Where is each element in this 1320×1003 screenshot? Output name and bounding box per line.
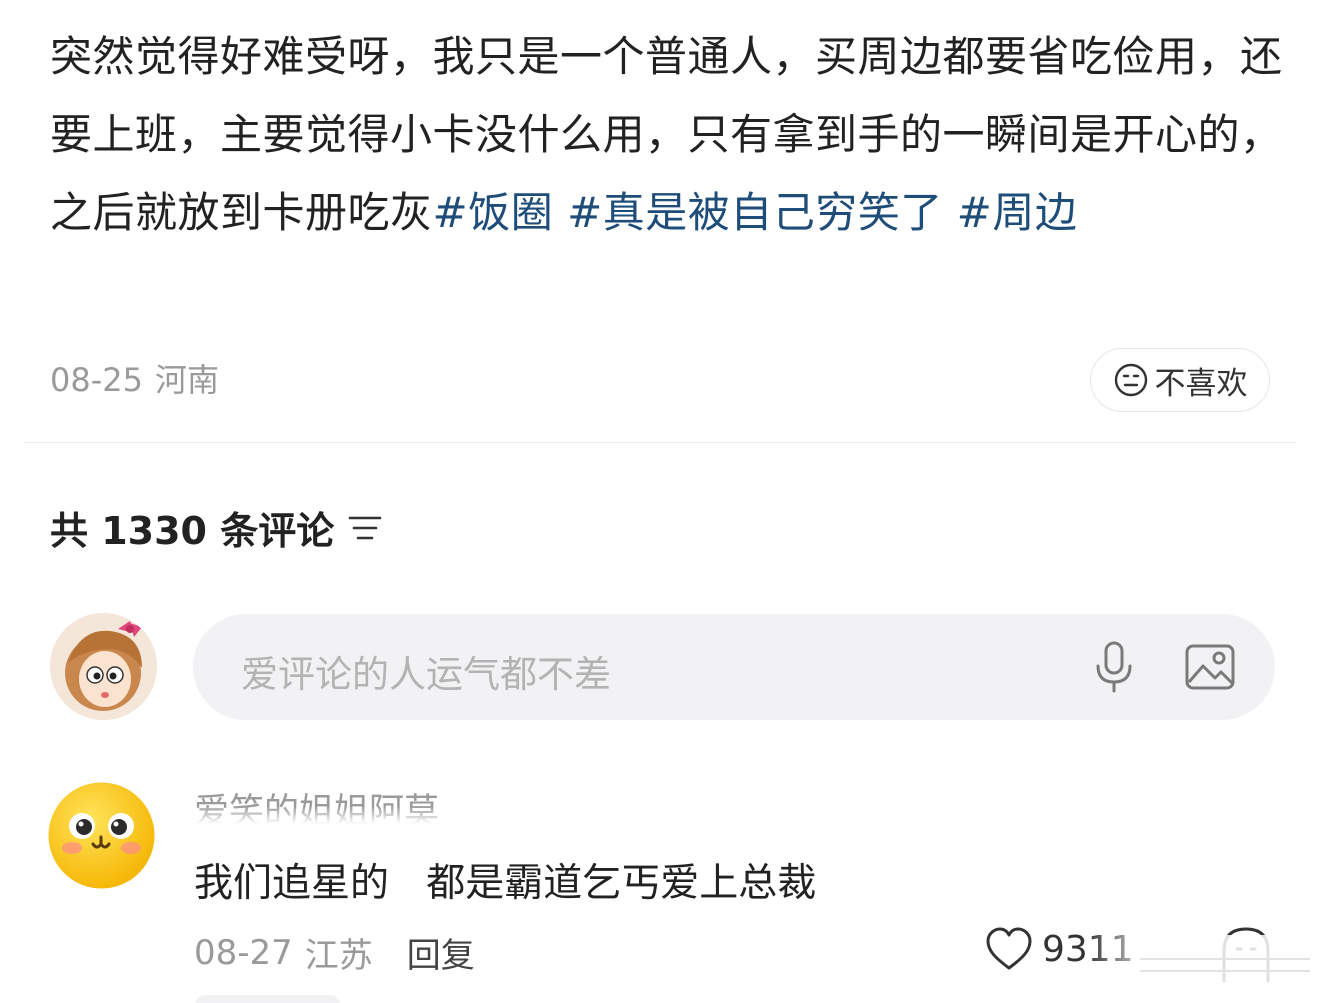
next-comment-peek [195,995,340,1003]
post-detail-page: 突然觉得好难受呀，我只是一个普通人，买周边都要省吃俭用，还要上班，主要觉得小卡没… [0,0,1320,1003]
comment-input[interactable]: 爱评论的人运气都不差 [193,614,1275,720]
comment-location: 江苏 [304,936,373,976]
neutral-face-icon [1114,363,1147,397]
comment-input-placeholder: 爱评论的人运气都不差 [241,653,611,696]
hashtag-fanquan[interactable]: #饭圈 [433,188,554,237]
dislike-label: 不喜欢 [1154,365,1248,402]
my-avatar[interactable] [50,613,157,720]
comment-meta: 08-27 江苏 回复 [194,928,475,977]
post-meta: 08-25 河南 [50,355,219,401]
comment-date: 08-27 [194,932,293,973]
image-icon[interactable] [1183,642,1237,692]
hashtag-zhoubian[interactable]: #周边 [957,188,1078,237]
post-date: 08-25 [50,361,143,399]
comment-count: 共 1330 条评论 [50,509,335,553]
microphone-icon[interactable] [1087,639,1141,695]
comments-header[interactable]: 共 1330 条评论 [50,500,382,555]
sort-lines-icon[interactable] [348,513,382,543]
dislike-button[interactable]: 不喜欢 [1090,348,1270,412]
comment-text: 我们追星的 都是霸道乞丐爱上总裁 [194,861,817,906]
post-body: 突然觉得好难受呀，我只是一个普通人，买周边都要省吃俭用，还要上班，主要觉得小卡没… [50,18,1290,252]
post-location: 河南 [154,361,219,399]
watermark-lines [1140,958,1310,972]
section-divider [24,442,1296,443]
reply-button[interactable]: 回复 [407,928,475,977]
commenter-avatar[interactable] [48,782,155,889]
heart-icon[interactable] [984,926,1034,972]
commenter-name[interactable]: 爱笑的姐姐阿莫 [194,784,440,824]
hashtag-qiongxiao[interactable]: #真是被自己穷笑了 [567,188,943,237]
